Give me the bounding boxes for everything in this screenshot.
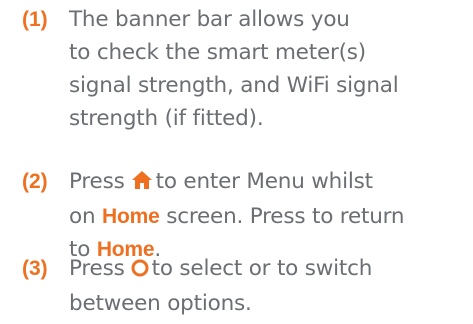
item-2-line-2-start: on — [69, 204, 96, 229]
item-number-3: (3) — [22, 257, 48, 280]
select-circle-icon — [131, 254, 149, 287]
home-icon — [131, 167, 153, 200]
item-1-line-2: to check the smart meter(s) — [69, 40, 366, 65]
item-text-3: Press to select or to switch between opti… — [69, 252, 473, 320]
item-number-2: (2) — [22, 170, 48, 193]
item-2-line-2-rest: screen. Press to return — [166, 204, 405, 229]
item-2-line-2: on Home screen. Press to return — [69, 200, 473, 233]
item-1-line-1: The banner bar allows you — [69, 7, 350, 32]
item-text-2: Press to enter Menu whilst on Home screen… — [69, 165, 473, 266]
item-1-line-4: strength (if fitted). — [69, 106, 264, 131]
item-2-line-1-rest: to enter Menu whilst — [155, 169, 373, 194]
item-1-line-3: signal strength, and WiFi signal — [69, 73, 399, 98]
item-text-1: The banner bar allows you to check the s… — [69, 3, 473, 135]
item-3-line-2: between options. — [69, 291, 252, 316]
item-3-line-1: Press to select or to switch — [69, 252, 473, 287]
item-3-press-text: Press — [69, 256, 125, 281]
item-number-1: (1) — [22, 8, 48, 31]
home-highlight-1: Home — [102, 205, 160, 228]
item-3-line-1-rest: to select or to switch — [151, 256, 373, 281]
item-2-line-1: Press to enter Menu whilst — [69, 165, 473, 200]
item-2-press-text: Press — [69, 169, 125, 194]
